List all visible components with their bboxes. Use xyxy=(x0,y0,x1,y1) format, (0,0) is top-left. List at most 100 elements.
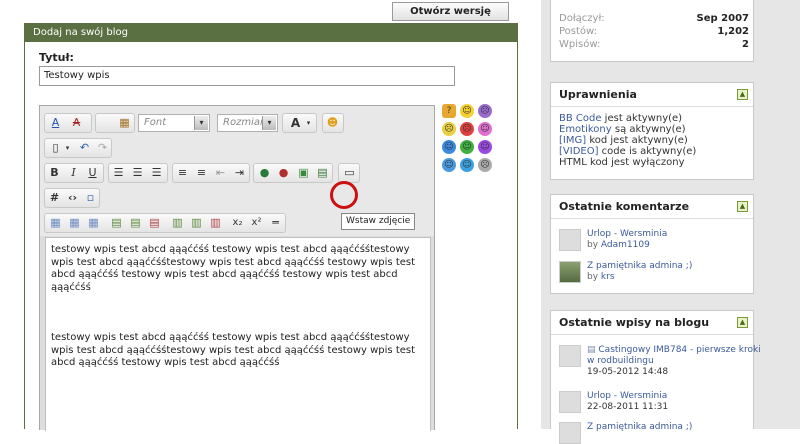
add-blog-panel: Dodaj na swój blog Tytuł: Testowy wpis A… xyxy=(24,23,518,431)
smiley-icon[interactable]: ☻ xyxy=(324,115,341,131)
insert-row-before-icon[interactable]: ▤ xyxy=(108,215,125,231)
insert-col-before-icon[interactable]: ▥ xyxy=(169,215,186,231)
bold-icon[interactable]: B xyxy=(46,165,63,181)
php-icon[interactable]: ▫ xyxy=(82,190,99,206)
permission-link[interactable]: Emotikony xyxy=(559,124,612,135)
link-globe-icon[interactable]: ● xyxy=(256,165,273,181)
smile-emoticon-icon[interactable]: ☺ xyxy=(460,104,474,118)
permission-text: jest aktywny(e) xyxy=(601,113,683,124)
align-right-icon[interactable]: ☰ xyxy=(148,165,165,181)
paste-icon[interactable]: ▦ xyxy=(116,115,133,131)
open-draft-button[interactable]: Otwórz wersję roboczą xyxy=(392,2,509,34)
bullet-list-icon[interactable]: ≡ xyxy=(193,165,210,181)
post-title[interactable]: Urlop - Wersminia xyxy=(587,391,667,401)
recent-post-item[interactable]: Urlop - Wersminia 22-08-2011 11:31 xyxy=(559,391,754,417)
collapse-icon[interactable]: ▲ xyxy=(737,201,748,212)
clear-style-icon[interactable]: A xyxy=(68,115,85,131)
insert-col-after-icon[interactable]: ▥ xyxy=(188,215,205,231)
stat-row: Postów: 1,202 xyxy=(559,26,749,39)
italic-icon[interactable]: I xyxy=(65,165,82,181)
permissions-list: BB Code jest aktywny(e) Emotikony są akt… xyxy=(551,107,753,174)
table-icon[interactable]: ▦ xyxy=(47,215,64,231)
comment-item[interactable]: Urlop - Wersminia by Adam1109 xyxy=(559,229,754,255)
post-title[interactable]: Z pamiętnika admina ;) xyxy=(587,422,692,432)
post-title[interactable]: ▤ Castingowy IMB784 - pierwsze kroki xyxy=(587,345,761,355)
cool-emoticon-icon[interactable]: ☺ xyxy=(442,140,456,154)
horizontal-rule-icon[interactable]: ═ xyxy=(267,215,284,231)
sad-emoticon-icon[interactable]: ☹ xyxy=(478,104,492,118)
align-left-icon[interactable]: ☰ xyxy=(110,165,127,181)
recent-posts-box: Ostatnie wpisy na blogu ▲ ▤ Castingowy I… xyxy=(550,310,761,444)
skull-emoticon-icon[interactable]: ☹ xyxy=(478,158,492,172)
font-select[interactable]: Font ▾ xyxy=(138,114,210,132)
laugh-emoticon-icon[interactable]: ☺ xyxy=(478,122,492,136)
collapse-icon[interactable]: ▲ xyxy=(737,317,748,328)
permission-link[interactable]: [VIDEO] xyxy=(559,146,598,157)
toolbar-group: A A xyxy=(44,113,92,133)
insert-row-after-icon[interactable]: ▤ xyxy=(127,215,144,231)
delete-table-icon[interactable]: ▦ xyxy=(85,215,102,231)
comments-title: Ostatnie komentarze ▲ xyxy=(551,195,753,219)
comment-item[interactable]: Z pamiętnika admina ;) by krs xyxy=(559,261,754,287)
align-center-icon[interactable]: ☰ xyxy=(129,165,146,181)
permission-line: Emotikony są aktywny(e) xyxy=(559,124,745,135)
permission-text: HTML kod jest wyłączony xyxy=(559,157,685,168)
toolbar-group: ☻ xyxy=(322,113,344,133)
post-date: 22-08-2011 11:31 xyxy=(587,402,669,412)
frown-emoticon-icon[interactable]: ☹ xyxy=(442,122,456,136)
font-select-value: Font xyxy=(144,117,167,128)
recent-post-item[interactable]: ▤ Castingowy IMB784 - pierwsze kroki w r… xyxy=(559,345,761,381)
author-link[interactable]: krs xyxy=(601,272,615,282)
chevron-down-icon[interactable]: ▾ xyxy=(59,140,76,156)
unlink-globe-icon[interactable]: ● xyxy=(275,165,292,181)
confused-emoticon-icon[interactable]: ? xyxy=(442,104,456,118)
devil-emoticon-icon[interactable]: ☺ xyxy=(478,140,492,154)
collapse-icon[interactable]: ▲ xyxy=(737,89,748,100)
stat-value: Sep 2007 xyxy=(696,13,749,24)
comment-author: by Adam1109 xyxy=(587,240,650,250)
post-date: 19-05-2012 14:48 xyxy=(587,367,669,377)
insert-image-icon[interactable]: ▣ xyxy=(295,165,312,181)
delete-col-icon[interactable]: ▥ xyxy=(207,215,224,231)
toolbar-group: A ▾ xyxy=(282,113,317,133)
toolbar-group: ▦ ▦ ▦ ▤ ▤ ▤ ▥ ▥ ▥ x₂ x² ═ xyxy=(44,213,286,233)
wink-emoticon-icon[interactable]: ☺ xyxy=(442,158,456,172)
redo-icon[interactable]: ↷ xyxy=(94,140,111,156)
recent-posts-title: Ostatnie wpisy na blogu ▲ xyxy=(551,311,753,335)
permission-link[interactable]: BB Code xyxy=(559,113,602,124)
size-select[interactable]: Rozmiar ▾ xyxy=(217,114,278,132)
angry-emoticon-icon[interactable]: ☹ xyxy=(460,122,474,136)
permission-line: BB Code jest aktywny(e) xyxy=(559,113,745,124)
post-title-line2[interactable]: w rodbuildingu xyxy=(587,356,654,366)
grin-emoticon-icon[interactable]: ☺ xyxy=(460,140,474,154)
title-input[interactable]: Testowy wpis xyxy=(39,66,455,86)
avatar xyxy=(559,345,581,367)
chevron-down-icon[interactable]: ▾ xyxy=(300,115,317,131)
author-link[interactable]: Adam1109 xyxy=(601,240,650,250)
comments-title-text: Ostatnie komentarze xyxy=(559,200,690,213)
permission-text: są aktywny(e) xyxy=(611,124,686,135)
undo-icon[interactable]: ↶ xyxy=(76,140,93,156)
indent-icon[interactable]: ⇥ xyxy=(231,165,248,181)
comment-title[interactable]: Urlop - Wersminia xyxy=(587,229,667,239)
underline-icon[interactable]: U xyxy=(84,165,101,181)
outdent-icon[interactable]: ⇤ xyxy=(212,165,229,181)
sunglasses-emoticon-icon[interactable]: ☺ xyxy=(460,158,474,172)
table-props-icon[interactable]: ▦ xyxy=(66,215,83,231)
hash-icon[interactable]: # xyxy=(46,190,63,206)
permission-link[interactable]: [IMG] xyxy=(559,135,586,146)
subscript-icon[interactable]: x₂ xyxy=(229,215,246,231)
delete-row-icon[interactable]: ▤ xyxy=(146,215,163,231)
stat-label: Dołączył: xyxy=(559,13,605,24)
superscript-icon[interactable]: x² xyxy=(248,215,265,231)
numbered-list-icon[interactable]: ≡ xyxy=(174,165,191,181)
remove-format-icon[interactable]: A xyxy=(47,115,64,131)
comment-title[interactable]: Z pamiętnika admina ;) xyxy=(587,261,692,271)
code-icon[interactable]: ‹› xyxy=(64,190,81,206)
permission-text: kod jest aktywny(e) xyxy=(586,135,688,146)
stat-row: Dołączył: Sep 2007 xyxy=(559,13,749,26)
insert-video-icon[interactable]: ▤ xyxy=(314,165,331,181)
title-label: Tytuł: xyxy=(39,51,74,64)
quote-icon[interactable]: ▭ xyxy=(341,165,358,181)
editor-content[interactable]: testowy wpis test abcd ąąąććśś testowy w… xyxy=(45,237,431,431)
